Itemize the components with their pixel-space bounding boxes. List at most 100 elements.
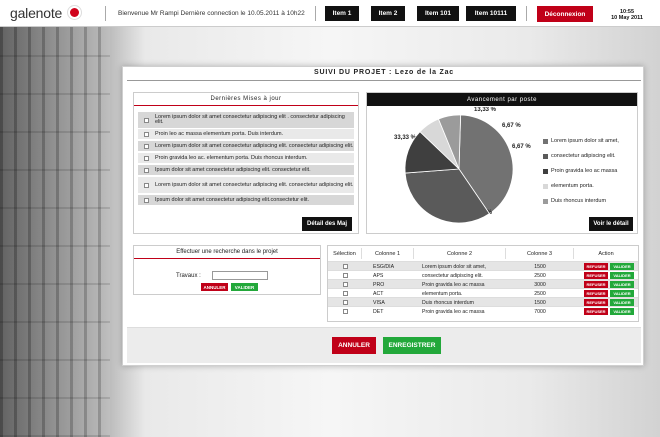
refuse-button[interactable]: REFUSER: [584, 263, 608, 270]
refuse-button[interactable]: REFUSER: [584, 272, 608, 279]
legend-item: consectetur adipiscing elit.: [543, 153, 616, 159]
header-separator: [526, 6, 527, 21]
form-footer: ANNULER ENREGISTRER: [127, 327, 641, 363]
project-table: Sélection Colonne 1 Colonne 2 Colonne 3 …: [327, 245, 639, 322]
pie-chart: 40,00 %33,33 %13,33 %6,67 %6,67 %: [394, 107, 531, 224]
title-divider: [127, 80, 641, 81]
save-button[interactable]: ENREGISTRER: [383, 337, 441, 354]
cancel-button[interactable]: ANNULER: [332, 337, 376, 354]
legend-label: Proin gravida leo ac massa: [551, 168, 618, 174]
legend-item: elementum porta.: [543, 183, 594, 189]
refuse-button[interactable]: REFUSER: [584, 290, 608, 297]
legend-item: Lorem ipsum dolor sit amet,: [543, 138, 619, 144]
legend-swatch: [543, 183, 548, 189]
session-clock: 10:55 10 May 2011: [602, 9, 652, 21]
top-bar: galenote Bienvenue Mr Rampi Dernière con…: [0, 0, 660, 27]
update-item[interactable]: Ipsum dolor sit amet consectetur adipisc…: [138, 165, 354, 175]
row-checkbox-cell: [328, 307, 362, 316]
update-text: Lorem ipsum dolor sit amet consectetur a…: [155, 114, 345, 125]
project-panel: SUIVI DU PROJET : Lezo de la Zac Dernièr…: [122, 66, 644, 366]
project-title: SUIVI DU PROJET : Lezo de la Zac: [314, 69, 454, 76]
table-row: DET Proin gravida leo ac massa 7000 REFU…: [328, 306, 638, 315]
validate-button[interactable]: VALIDER: [610, 308, 634, 315]
update-checkbox[interactable]: [144, 167, 149, 173]
refuse-button[interactable]: REFUSER: [584, 308, 608, 315]
table-row: ESG/DIA Lorem ipsum dolor sit amet, 1500…: [328, 261, 638, 270]
search-cancel-button[interactable]: ANNULER: [201, 283, 228, 291]
legend-label: Duis rhoncus interdum: [551, 198, 607, 204]
update-item[interactable]: Lorem ipsum dolor sit amet consectetur a…: [138, 177, 354, 193]
update-item[interactable]: Proin gravida leo ac. elementum porta. D…: [138, 153, 354, 163]
row-checkbox[interactable]: [342, 309, 348, 314]
legend-label: consectetur adipiscing elit.: [551, 153, 616, 159]
pie-label: 6,67 %: [502, 123, 521, 129]
clock-date: 10 May 2011: [611, 15, 643, 21]
header-separator: [105, 6, 106, 21]
legend-item: Proin gravida leo ac massa: [543, 168, 617, 174]
table-row: ACT elementum porta. 2500 REFUSER VALIDE…: [328, 288, 638, 297]
refuse-button[interactable]: REFUSER: [584, 299, 608, 306]
column-header-3[interactable]: Colonne 3: [506, 248, 574, 259]
welcome-message: Bienvenue Mr Rampi Dernière connection l…: [118, 10, 305, 17]
update-item[interactable]: Lorem ipsum dolor sit amet consectetur a…: [138, 141, 354, 151]
legend-swatch: [543, 168, 548, 174]
table-row: VISA Duis rhoncus interdum 1500 REFUSER …: [328, 297, 638, 306]
updates-title: Dernières Mises à jour: [134, 93, 358, 106]
progress-title: Avancement par poste: [367, 93, 637, 106]
update-text: Lorem ipsum dolor sit amet consectetur a…: [155, 142, 354, 149]
nav-item-1[interactable]: Item 1: [325, 6, 359, 21]
column-header-1[interactable]: Colonne 1: [362, 248, 414, 259]
legend-label: elementum porta.: [551, 183, 594, 189]
column-2-cell: Proin gravida leo ac massa: [422, 308, 485, 315]
column-header-2[interactable]: Colonne 2: [414, 248, 506, 259]
app-logo: galenote: [10, 5, 63, 21]
nav-item-2[interactable]: Item 2: [371, 6, 405, 21]
row-checkbox[interactable]: [342, 300, 348, 305]
legend-swatch: [543, 153, 548, 159]
validate-button[interactable]: VALIDER: [610, 281, 634, 288]
search-label: Travaux :: [176, 273, 201, 279]
header-separator: [315, 6, 316, 21]
row-checkbox[interactable]: [342, 264, 348, 269]
validate-button[interactable]: VALIDER: [610, 290, 634, 297]
row-checkbox[interactable]: [342, 291, 348, 296]
row-checkbox[interactable]: [342, 273, 348, 278]
validate-button[interactable]: VALIDER: [610, 272, 634, 279]
table-row: PRO Proin gravida leo ac massa 3000 REFU…: [328, 279, 638, 288]
column-header-selection[interactable]: Sélection: [328, 248, 362, 259]
update-item[interactable]: Lorem ipsum dolor sit amet consectetur a…: [138, 112, 354, 128]
validate-button[interactable]: VALIDER: [610, 263, 634, 270]
update-checkbox[interactable]: [144, 197, 149, 203]
legend-item: Duis rhoncus interdum: [543, 198, 606, 204]
travaux-search-input[interactable]: [212, 271, 268, 280]
progress-detail-button[interactable]: Voir le détail: [589, 217, 633, 231]
progress-panel: Avancement par poste 40,00 %33,33 %13,33…: [366, 92, 638, 234]
legend-swatch: [543, 138, 548, 144]
logout-button[interactable]: Déconnexion: [537, 6, 593, 22]
updates-detail-button[interactable]: Détail des Maj: [302, 217, 352, 231]
row-checkbox[interactable]: [342, 282, 348, 287]
update-checkbox[interactable]: [144, 131, 149, 137]
table-row: APS consectetur adipiscing elit. 2500 RE…: [328, 270, 638, 279]
update-item[interactable]: Ipsum dolor sit amet consectetur adipisc…: [138, 195, 354, 205]
legend-swatch: [543, 198, 548, 204]
column-header-action[interactable]: Action: [574, 248, 638, 259]
update-item[interactable]: Proin leo ac massa elementum porta. Duis…: [138, 129, 354, 139]
update-checkbox[interactable]: [144, 143, 149, 149]
nav-item-101[interactable]: Item 101: [417, 6, 459, 21]
update-checkbox[interactable]: [144, 117, 149, 123]
column-1-cell: DET: [373, 308, 384, 315]
validate-button[interactable]: VALIDER: [610, 299, 634, 306]
search-validate-button[interactable]: VALIDER: [231, 283, 258, 291]
nav-item-10111[interactable]: Item 10111: [466, 6, 516, 21]
update-checkbox[interactable]: [144, 155, 149, 161]
legend-label: Lorem ipsum dolor sit amet,: [551, 138, 619, 144]
refuse-button[interactable]: REFUSER: [584, 281, 608, 288]
pie-label: 13,33 %: [474, 107, 497, 113]
column-3-cell: 7000: [534, 308, 546, 315]
pie-label: 6,67 %: [512, 144, 531, 150]
update-checkbox[interactable]: [144, 182, 149, 188]
update-text: Ipsum dolor sit amet consectetur adipisc…: [155, 166, 311, 173]
updates-panel: Dernières Mises à jour Lorem ipsum dolor…: [133, 92, 359, 234]
update-text: Ipsum dolor sit amet consectetur adipisc…: [155, 196, 310, 203]
